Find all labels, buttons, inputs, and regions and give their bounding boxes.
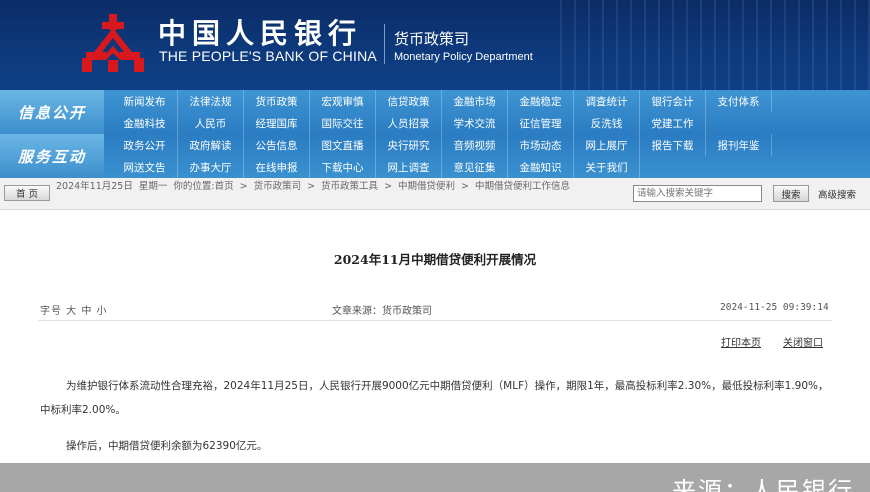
breadcrumb-link-home[interactable]: 首页 [215, 181, 234, 192]
nav-item[interactable]: 金融市场 [442, 90, 508, 112]
header-decoration [560, 0, 870, 90]
breadcrumb-bar: 首 页 2024年11月25日 星期一 你的位置:首页 > 货币政策司 > 货币政策工具 > 中… [0, 178, 870, 210]
breadcrumb-separator: > [384, 181, 393, 192]
breadcrumb-link-policy-tools[interactable]: 货币政策工具 [321, 181, 378, 192]
nav-row-4: 网送文告 办事大厅 在线申报 下载中心 网上调查 意见征集 金融知识 关于我们 [104, 156, 870, 178]
nav-row-3: 政务公开 政府解读 公告信息 图文直播 央行研究 音频视频 市场动态 网上展厅 … [104, 134, 870, 156]
nav-item[interactable]: 公告信息 [244, 134, 310, 156]
nav-item[interactable]: 报告下载 [640, 134, 706, 156]
nav-item[interactable]: 经理国库 [244, 112, 310, 134]
header-divider [384, 24, 385, 64]
close-window-link[interactable]: 关闭窗口 [783, 334, 823, 349]
nav-item[interactable]: 关于我们 [574, 156, 640, 178]
nav-item[interactable]: 调查统计 [574, 90, 640, 112]
nav-item[interactable]: 意见征集 [442, 156, 508, 178]
nav-item[interactable]: 人员招录 [376, 112, 442, 134]
meta-divider [38, 320, 832, 321]
site-header: 中国人民银行 THE PEOPLE'S BANK OF CHINA 货币政策司 … [0, 0, 870, 90]
article-paragraph: 为维护银行体系流动性合理充裕，2024年11月25日，人民银行开展9000亿元中… [40, 380, 829, 416]
nav-item[interactable]: 网上展厅 [574, 134, 640, 156]
nav-item[interactable]: 办事大厅 [178, 156, 244, 178]
source-caption: 来源：人民银行 [672, 477, 854, 492]
print-page-link[interactable]: 打印本页 [721, 334, 761, 349]
nav-section-service-interaction: 服务互动 [0, 134, 104, 178]
breadcrumb-separator: > [307, 181, 316, 192]
nav-item[interactable]: 支付体系 [706, 90, 772, 112]
breadcrumb-link-mlf-info[interactable]: 中期借贷便利工作信息 [475, 181, 570, 192]
search-input[interactable] [633, 185, 762, 202]
nav-item[interactable]: 银行会计 [640, 90, 706, 112]
nav-item[interactable]: 法律法规 [178, 90, 244, 112]
font-size-selector[interactable]: 字号 大 中 小 [40, 302, 108, 317]
nav-item[interactable]: 货币政策 [244, 90, 310, 112]
main-navigation: 信息公开 服务互动 新闻发布 法律法规 货币政策 宏观审慎 信贷政策 金融市场 … [0, 90, 870, 178]
breadcrumb-separator: > [239, 181, 248, 192]
nav-item[interactable]: 征信管理 [508, 112, 574, 134]
nav-item[interactable]: 金融科技 [112, 112, 178, 134]
nav-item[interactable]: 政府解读 [178, 134, 244, 156]
nav-row-1: 新闻发布 法律法规 货币政策 宏观审慎 信贷政策 金融市场 金融稳定 调查统计 … [104, 90, 870, 112]
nav-item[interactable]: 国际交往 [310, 112, 376, 134]
article-source: 文章来源：货币政策司 [332, 306, 432, 317]
source-caption-bar: 来源：人民银行 [0, 463, 870, 492]
home-button[interactable]: 首 页 [4, 185, 50, 201]
nav-section-info-disclosure: 信息公开 [0, 90, 104, 134]
article-title: 2024年11月中期借贷便利开展情况 [333, 252, 537, 267]
nav-item[interactable]: 央行研究 [376, 134, 442, 156]
department-name-en: Monetary Policy Department [394, 51, 533, 63]
nav-row-2: 金融科技 人民币 经理国库 国际交往 人员招录 学术交流 征信管理 反洗钱 党建… [104, 112, 870, 134]
nav-item[interactable]: 报刊年鉴 [706, 134, 772, 156]
nav-item[interactable]: 学术交流 [442, 112, 508, 134]
current-weekday: 星期一 [138, 181, 168, 192]
nav-item[interactable]: 网送文告 [112, 156, 178, 178]
nav-item[interactable]: 政务公开 [112, 134, 178, 156]
nav-item[interactable]: 反洗钱 [574, 112, 640, 134]
nav-item[interactable]: 人民币 [178, 112, 244, 134]
search-button[interactable]: 搜索 [773, 185, 809, 202]
article-datetime: 2024-11-25 09:39:14 [720, 302, 829, 313]
nav-item[interactable]: 下载中心 [310, 156, 376, 178]
nav-item[interactable]: 市场动态 [508, 134, 574, 156]
nav-item[interactable]: 在线申报 [244, 156, 310, 178]
breadcrumb-separator: > [461, 181, 470, 192]
nav-item[interactable]: 图文直播 [310, 134, 376, 156]
nav-item[interactable]: 信贷政策 [376, 90, 442, 112]
pboc-logo-icon[interactable] [80, 12, 146, 74]
nav-item[interactable]: 网上调查 [376, 156, 442, 178]
nav-item[interactable]: 音频视频 [442, 134, 508, 156]
location-prefix: 你的位置: [173, 181, 215, 192]
department-name-cn[interactable]: 货币政策司 [394, 28, 469, 49]
breadcrumb-link-mlf[interactable]: 中期借贷便利 [398, 181, 455, 192]
nav-item[interactable]: 金融知识 [508, 156, 574, 178]
nav-item[interactable]: 党建工作 [640, 112, 706, 134]
nav-item[interactable]: 金融稳定 [508, 90, 574, 112]
site-title-cn[interactable]: 中国人民银行 [158, 12, 362, 52]
nav-grid: 新闻发布 法律法规 货币政策 宏观审慎 信贷政策 金融市场 金融稳定 调查统计 … [104, 90, 870, 178]
breadcrumb-link-monetary-policy-dept[interactable]: 货币政策司 [254, 181, 302, 192]
nav-item[interactable]: 宏观审慎 [310, 90, 376, 112]
article-paragraph: 操作后，中期借贷便利余额为62390亿元。 [66, 440, 268, 452]
breadcrumb: 2024年11月25日 星期一 你的位置:首页 > 货币政策司 > 货币政策工具 > 中期借贷便… [56, 181, 630, 193]
current-date: 2024年11月25日 [56, 181, 133, 192]
advanced-search-link[interactable]: 高级搜索 [818, 187, 856, 201]
site-title-en: THE PEOPLE'S BANK OF CHINA [159, 48, 377, 64]
nav-item[interactable]: 新闻发布 [112, 90, 178, 112]
